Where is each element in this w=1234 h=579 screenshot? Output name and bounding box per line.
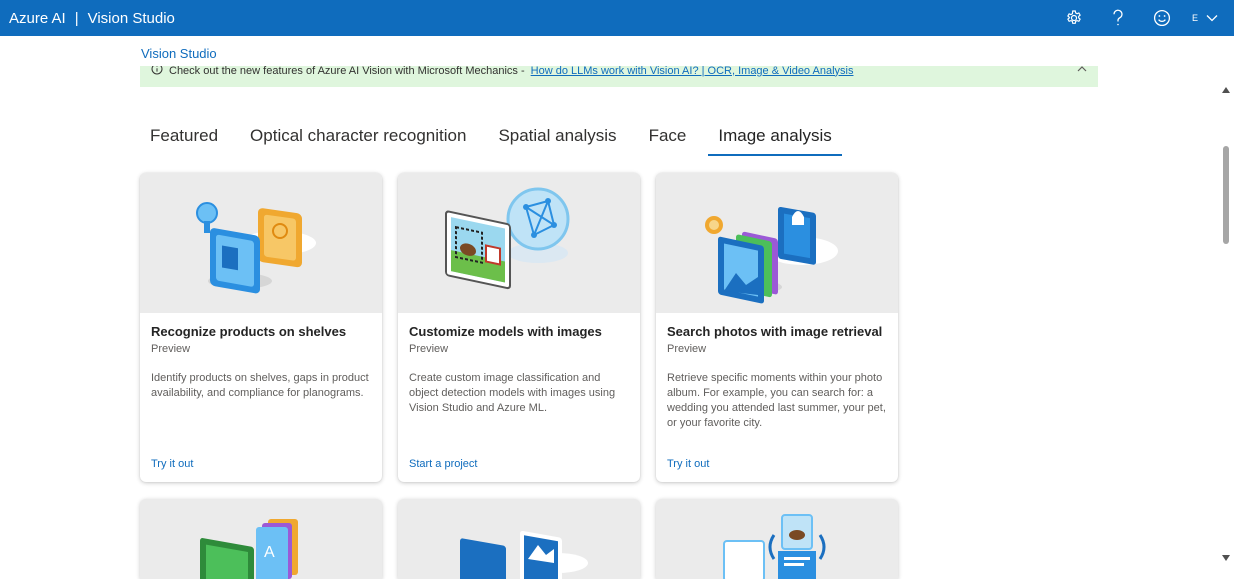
feedback-smiley-icon[interactable] <box>1140 0 1184 36</box>
card-title: Recognize products on shelves <box>151 324 347 339</box>
preview-badge: Preview <box>667 343 707 355</box>
tab-optical-character-recognition[interactable]: Optical character recognition <box>240 122 476 154</box>
announcement-banner: Check out the new features of Azure AI V… <box>140 66 1098 87</box>
tab-face[interactable]: Face <box>639 122 697 154</box>
svg-text:A: A <box>264 544 275 561</box>
scroll-down-arrow-icon[interactable] <box>1222 548 1230 561</box>
tab-featured[interactable]: Featured <box>140 122 228 154</box>
app-brand[interactable]: Azure AI | Vision Studio <box>0 10 175 27</box>
card-title: Customize models with images <box>409 324 602 339</box>
scroll-thumb[interactable] <box>1223 146 1229 244</box>
card-description: Identify products on shelves, gaps in pr… <box>151 372 369 399</box>
tab-image-analysis[interactable]: Image analysis <box>708 122 843 156</box>
custom-model-illustration <box>445 187 570 290</box>
try-it-out-link[interactable]: Try it out <box>667 458 709 470</box>
card-search-photos[interactable]: Search photos with image retrieval Previ… <box>656 173 898 482</box>
settings-icon[interactable] <box>1052 0 1096 36</box>
category-tabs: Featured Optical character recognition S… <box>140 122 854 156</box>
chevron-down-icon <box>1206 9 1218 27</box>
scroll-up-arrow-icon[interactable] <box>1222 80 1230 93</box>
card-row2-1[interactable]: A <box>140 499 382 579</box>
card-illustration <box>140 173 382 313</box>
card-description: Retrieve specific moments within your ph… <box>667 372 886 429</box>
preview-badge: Preview <box>151 343 191 355</box>
preview-badge: Preview <box>409 343 449 355</box>
ocr-illustration: A <box>200 519 298 579</box>
top-bar: Azure AI | Vision Studio E <box>0 0 1234 36</box>
breadcrumb[interactable]: Vision Studio <box>141 46 217 61</box>
product-name: Vision Studio <box>87 9 175 27</box>
card-title: Search photos with image retrieval <box>667 324 883 339</box>
card-customize-models[interactable]: Customize models with images Preview Cre… <box>398 173 640 482</box>
products-shelf-illustration <box>196 202 316 294</box>
user-initial: E <box>1191 13 1198 23</box>
top-actions: E <box>1052 0 1234 36</box>
banner-link[interactable]: How do LLMs work with Vision AI? | OCR, … <box>531 66 854 77</box>
try-it-out-link[interactable]: Try it out <box>151 458 193 470</box>
card-row2-3[interactable] <box>656 499 898 579</box>
help-icon[interactable] <box>1096 0 1140 36</box>
card-illustration <box>656 173 898 313</box>
page-scrollbar[interactable] <box>1218 72 1234 563</box>
photo-frames-illustration <box>460 530 588 579</box>
user-menu-button[interactable]: E <box>1184 0 1234 36</box>
document-illustration <box>723 514 826 579</box>
info-icon <box>151 66 163 78</box>
start-project-link[interactable]: Start a project <box>409 458 477 470</box>
image-retrieval-illustration <box>705 206 838 304</box>
banner-text: Check out the new features of Azure AI V… <box>169 66 525 77</box>
banner-close-icon[interactable] <box>1076 66 1090 78</box>
card-illustration <box>398 173 640 313</box>
tab-spatial-analysis[interactable]: Spatial analysis <box>488 122 626 154</box>
brand-name: Azure AI <box>9 9 66 27</box>
brand-separator: | <box>74 9 79 27</box>
card-recognize-products[interactable]: Recognize products on shelves Preview Id… <box>140 173 382 482</box>
card-row2-2[interactable] <box>398 499 640 579</box>
card-description: Create custom image classification and o… <box>409 372 616 414</box>
